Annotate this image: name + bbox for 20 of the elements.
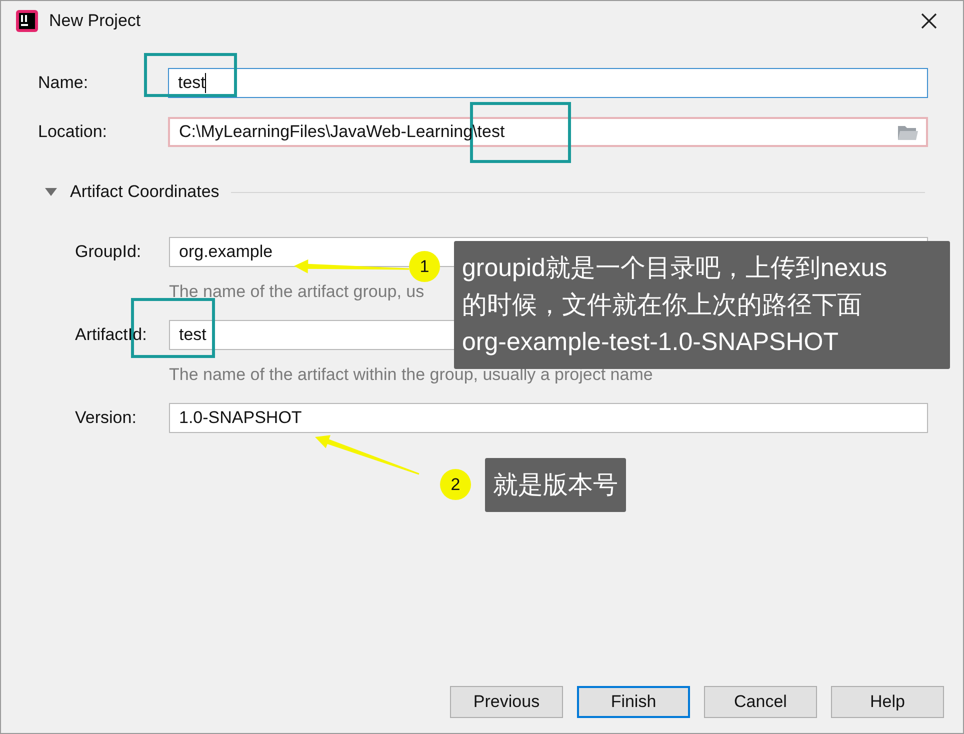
number-badge: 2 — [440, 469, 471, 500]
number-badge: 1 — [409, 251, 440, 282]
app-logo-icon — [15, 9, 39, 33]
text-field[interactable]: 1.0-SNAPSHOT — [169, 403, 928, 433]
dialog-button[interactable]: Previous — [450, 686, 563, 718]
dialog-button[interactable]: Cancel — [704, 686, 817, 718]
section-title[interactable]: Artifact Coordinates — [70, 182, 220, 202]
field-label: GroupId: — [75, 242, 142, 262]
annotation-tooltip: 就是版本号 — [485, 458, 626, 512]
field-label: Version: — [75, 408, 138, 428]
dialog-button[interactable]: Finish — [577, 686, 690, 718]
field-label: Name: — [38, 73, 90, 93]
window-title: New Project — [49, 11, 142, 31]
close-icon[interactable] — [921, 13, 937, 29]
dialog-button[interactable]: Help — [831, 686, 944, 718]
annotation-tooltip: groupid就是一个目录吧，上传到nexus 的时候，文件就在你上次的路径下面 org-example-test-1.0-SNAPSHOT — [454, 241, 950, 369]
hint-text: The name of the artifact group, us — [169, 282, 424, 302]
field-label: Location: — [38, 122, 108, 142]
folder-icon[interactable] — [897, 123, 919, 141]
collapse-triangle-icon[interactable] — [44, 187, 58, 197]
